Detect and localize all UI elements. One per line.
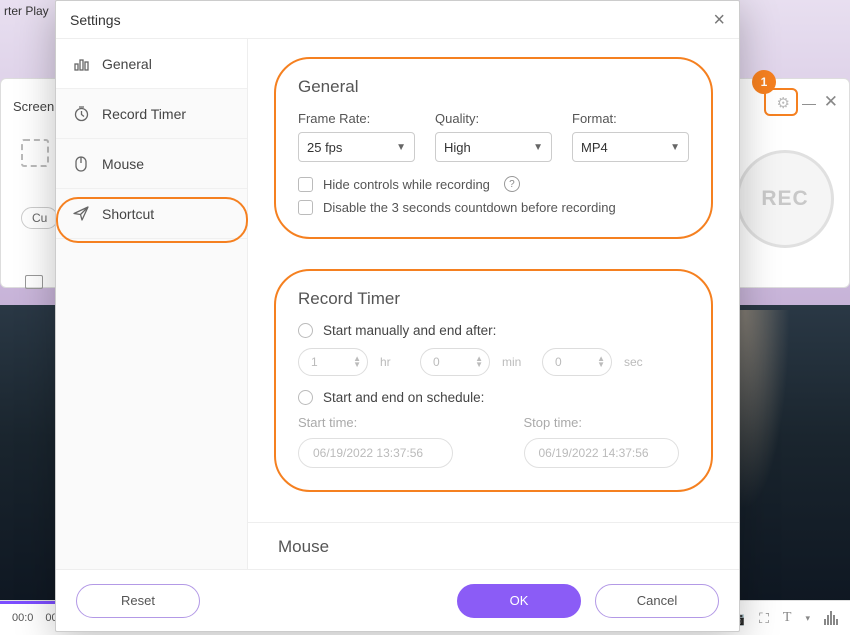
sidebar-item-shortcut[interactable]: Shortcut: [56, 189, 247, 239]
start-time-value: 06/19/2022 13:37:56: [313, 446, 423, 460]
sidebar-item-mouse[interactable]: Mouse: [56, 139, 247, 189]
manual-mode-radio[interactable]: [298, 323, 313, 338]
general-section-frame: General Frame Rate: 25 fps ▼ Quality: Hi…: [274, 57, 713, 239]
hide-controls-label: Hide controls while recording: [323, 177, 490, 192]
chevron-down-icon: ▼: [533, 142, 543, 153]
hours-unit: hr: [380, 355, 408, 369]
quality-select[interactable]: High ▼: [435, 132, 552, 162]
equalizer-icon[interactable]: [824, 611, 838, 625]
sidebar-item-label: Record Timer: [102, 106, 186, 122]
titlebar-fragment: rter Play: [4, 4, 49, 18]
format-label: Format:: [572, 111, 689, 126]
format-select[interactable]: MP4 ▼: [572, 132, 689, 162]
seconds-unit: sec: [624, 355, 652, 369]
help-icon[interactable]: ?: [504, 176, 520, 192]
expand-icon[interactable]: ⛶: [759, 610, 769, 627]
section-divider: [248, 522, 739, 523]
sidebar-item-label: Mouse: [102, 156, 144, 172]
modal-footer: Reset OK Cancel: [56, 569, 739, 631]
mouse-icon: [72, 155, 90, 173]
seconds-input[interactable]: 0 ▲▼: [542, 348, 612, 376]
sidebar-item-general[interactable]: General: [56, 39, 247, 89]
chevron-down-icon[interactable]: ▼: [353, 362, 361, 368]
window-close-icon[interactable]: ✕: [824, 92, 838, 112]
chevron-down-icon[interactable]: ▾: [805, 613, 810, 624]
frame-rate-label: Frame Rate:: [298, 111, 415, 126]
chevron-down-icon[interactable]: ▼: [475, 362, 483, 368]
time-current: 00:0: [12, 612, 33, 624]
notification-badge: 1: [752, 70, 776, 94]
quality-value: High: [444, 140, 471, 155]
text-tool-icon[interactable]: T: [783, 610, 792, 626]
frame-rate-select[interactable]: 25 fps ▼: [298, 132, 415, 162]
minutes-value: 0: [433, 355, 440, 369]
sidebar-item-record-timer[interactable]: Record Timer: [56, 89, 247, 139]
seconds-value: 0: [555, 355, 562, 369]
reset-button[interactable]: Reset: [76, 584, 200, 618]
format-value: MP4: [581, 140, 608, 155]
record-button-label: REC: [761, 187, 808, 211]
minutes-input[interactable]: 0 ▲▼: [420, 348, 490, 376]
manual-mode-label: Start manually and end after:: [323, 323, 496, 338]
section-title-mouse: Mouse: [278, 537, 713, 557]
chevron-down-icon: ▼: [670, 142, 680, 153]
disable-countdown-label: Disable the 3 seconds countdown before r…: [323, 200, 616, 215]
quality-label: Quality:: [435, 111, 552, 126]
sidebar-item-label: General: [102, 56, 152, 72]
gear-icon[interactable]: ⚙: [777, 94, 790, 112]
ok-button[interactable]: OK: [457, 584, 581, 618]
custom-button-fragment[interactable]: Cu: [21, 207, 58, 229]
start-time-input[interactable]: 06/19/2022 13:37:56: [298, 438, 453, 468]
record-button[interactable]: REC: [736, 150, 834, 248]
bar-chart-icon: [72, 55, 90, 73]
close-icon[interactable]: ×: [713, 10, 725, 30]
record-timer-section-frame: Record Timer Start manually and end afte…: [274, 269, 713, 492]
stop-time-value: 06/19/2022 14:37:56: [539, 446, 649, 460]
screen-label: Screen: [13, 99, 54, 114]
sidebar-item-label: Shortcut: [102, 206, 154, 222]
paper-plane-icon: [72, 205, 90, 223]
chevron-down-icon[interactable]: ▼: [597, 362, 605, 368]
settings-sidebar: General Record Timer Mouse Shortcut: [56, 39, 248, 569]
minutes-unit: min: [502, 355, 530, 369]
crop-region-icon[interactable]: [21, 139, 49, 167]
modal-header: Settings ×: [56, 1, 739, 39]
modal-title: Settings: [70, 12, 121, 28]
frame-rate-value: 25 fps: [307, 140, 342, 155]
stop-time-label: Stop time:: [524, 415, 690, 430]
start-time-label: Start time:: [298, 415, 464, 430]
schedule-mode-label: Start and end on schedule:: [323, 390, 484, 405]
settings-modal: Settings × General Record Timer Mouse: [55, 0, 740, 632]
timer-icon: [72, 105, 90, 123]
chevron-down-icon: ▼: [396, 142, 406, 153]
schedule-mode-radio[interactable]: [298, 390, 313, 405]
section-title-record-timer: Record Timer: [298, 289, 689, 309]
hours-value: 1: [311, 355, 318, 369]
camera-icon[interactable]: [25, 275, 43, 289]
disable-countdown-checkbox[interactable]: [298, 200, 313, 215]
hide-controls-checkbox[interactable]: [298, 177, 313, 192]
section-title-general: General: [298, 77, 689, 97]
minimize-icon[interactable]: —: [802, 95, 816, 111]
settings-content: General Frame Rate: 25 fps ▼ Quality: Hi…: [248, 39, 739, 569]
stop-time-input[interactable]: 06/19/2022 14:37:56: [524, 438, 679, 468]
hours-input[interactable]: 1 ▲▼: [298, 348, 368, 376]
cancel-button[interactable]: Cancel: [595, 584, 719, 618]
